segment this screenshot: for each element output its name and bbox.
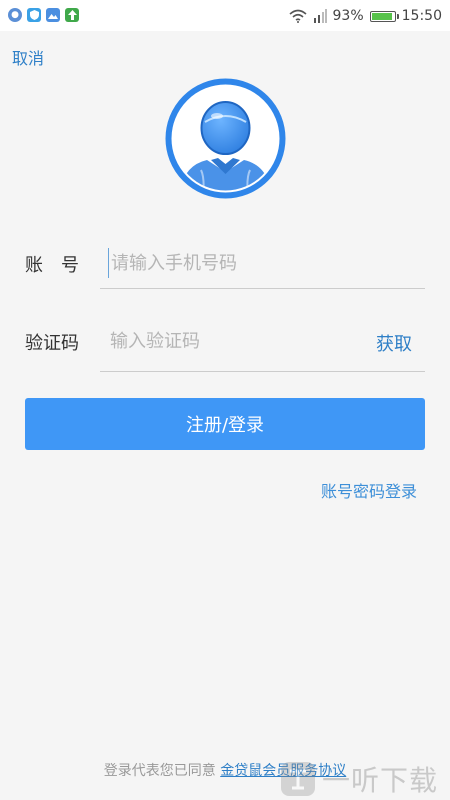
password-login-link[interactable]: 账号密码登录 <box>321 478 417 502</box>
verification-code-label: 验证码 <box>25 333 79 354</box>
phone-underline <box>100 288 425 289</box>
watermark-logo-icon <box>281 762 315 796</box>
agreement-prefix: 登录代表您已同意 <box>103 763 216 779</box>
register-login-label: 注册/登录 <box>185 415 265 436</box>
shield-app-icon <box>27 8 41 22</box>
phone-input[interactable] <box>108 248 371 278</box>
notification-icons: ● <box>8 8 79 22</box>
battery-percent: 93% <box>332 8 364 24</box>
account-label: 账 号 <box>25 255 79 276</box>
watermark: 一听下载 <box>270 758 450 800</box>
avatar-icon <box>165 78 286 199</box>
register-login-button[interactable]: 注册/登录 <box>25 398 425 450</box>
code-underline <box>100 371 425 372</box>
battery-level <box>371 12 393 20</box>
photo-app-icon <box>46 8 60 22</box>
clock: 15:50 <box>401 8 442 24</box>
app-round-icon: ● <box>8 8 22 22</box>
battery-icon <box>369 10 399 22</box>
signal-icon <box>313 9 327 23</box>
cancel-button[interactable]: 取消 <box>12 45 44 69</box>
upload-app-icon <box>65 8 79 22</box>
verification-code-input[interactable] <box>110 326 370 356</box>
get-code-button[interactable]: 获取 <box>376 330 412 356</box>
system-status: 93% 15:50 <box>288 6 442 26</box>
status-bar: ● 93% 15:50 <box>0 0 450 31</box>
wifi-icon <box>288 9 307 23</box>
watermark-text: 一听下载 <box>322 764 439 797</box>
